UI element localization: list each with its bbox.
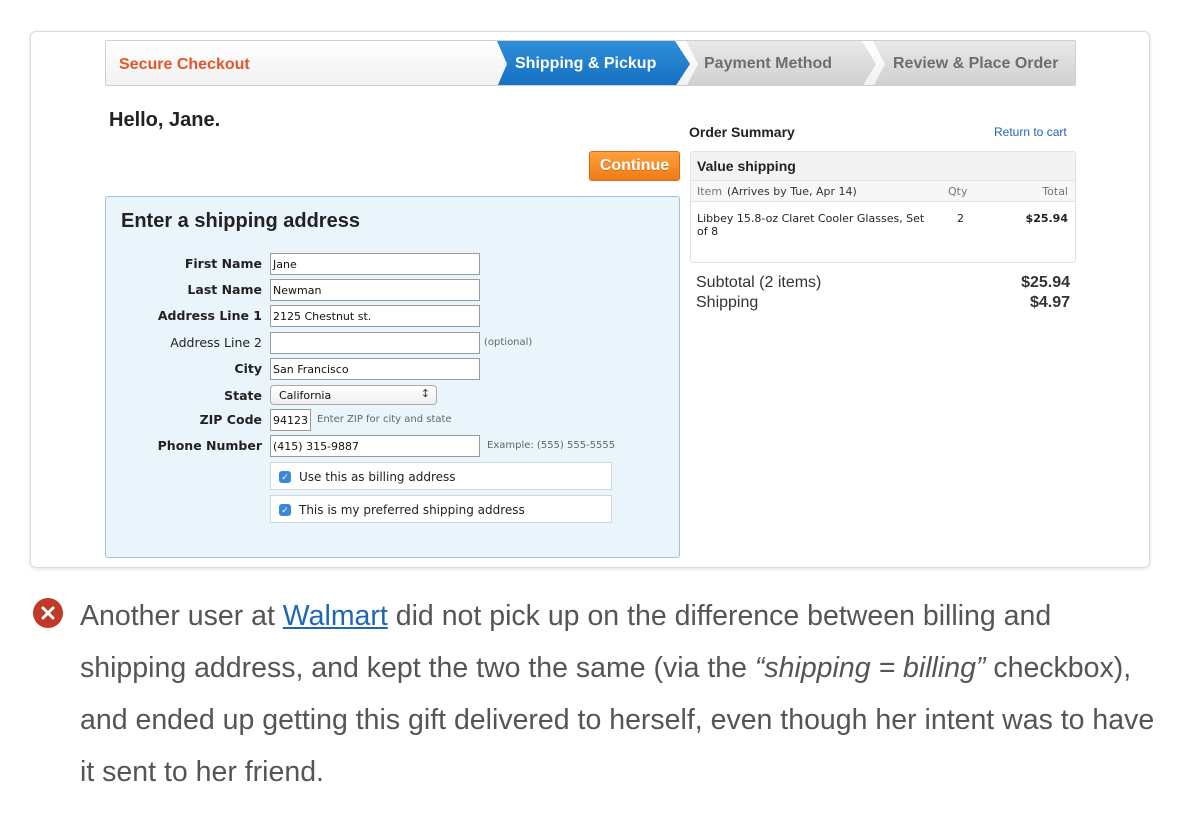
address-line-2-input[interactable]	[270, 332, 480, 354]
step-payment-method[interactable]: Payment Method	[686, 41, 876, 85]
phone-hint: Example: (555) 555-5555	[487, 440, 616, 451]
first-name-label: First Name	[184, 256, 262, 271]
address-line-1-label: Address Line 1	[157, 308, 262, 323]
phone-label: Phone Number	[157, 438, 262, 453]
subtotal-label: Subtotal (2 items)	[696, 274, 822, 291]
step-shipping-pickup[interactable]: Shipping & Pickup	[497, 41, 690, 85]
walmart-link[interactable]: Walmart	[283, 600, 388, 632]
optional-hint: (optional)	[484, 337, 533, 348]
first-name-row: First Name Jane	[106, 253, 681, 275]
last-name-label: Last Name	[187, 282, 262, 297]
checkbox-checked-icon[interactable]: ✓	[279, 504, 291, 516]
city-label: City	[234, 361, 262, 376]
error-x-icon	[33, 598, 63, 628]
state-row: State California ↕	[106, 385, 681, 407]
secure-checkout-label: Secure Checkout	[119, 56, 250, 73]
preferred-address-option[interactable]: ✓ This is my preferred shipping address	[270, 495, 612, 523]
billing-checkbox-label: Use this as billing address	[299, 470, 456, 484]
preferred-checkbox-label: This is my preferred shipping address	[299, 503, 525, 517]
zip-row: ZIP Code 94123 Enter ZIP for city and st…	[106, 409, 681, 431]
greeting: Hello, Jane.	[109, 109, 221, 131]
summary-column-headers: Item (Arrives by Tue, Apr 14) Qty Total	[691, 181, 1075, 202]
step-label: Review & Place Order	[893, 55, 1059, 72]
address-line-2-label: Address Line 2	[170, 335, 262, 350]
caption-part-1: Another user at	[80, 600, 283, 632]
order-summary-title: Order Summary	[689, 124, 795, 140]
checkout-screenshot: Secure Checkout Shipping & Pickup Paymen…	[30, 31, 1150, 568]
checkbox-checked-icon[interactable]: ✓	[279, 471, 291, 483]
shipping-label: Shipping	[696, 294, 759, 311]
item-name[interactable]: Libbey 15.8-oz Claret Cooler Glasses, Se…	[697, 212, 937, 238]
col-item: Item	[697, 185, 723, 198]
subtotal-line: Subtotal (2 items) $25.94	[696, 274, 1070, 294]
zip-input[interactable]: 94123	[270, 409, 311, 431]
zip-label: ZIP Code	[199, 412, 262, 427]
step-label: Shipping & Pickup	[515, 55, 657, 72]
first-name-input[interactable]: Jane	[270, 253, 480, 275]
phone-row: Phone Number (415) 315-9887 Example: (55…	[106, 435, 681, 457]
select-arrows-icon: ↕	[420, 387, 430, 400]
city-row: City San Francisco	[106, 358, 681, 380]
address-line-1-input[interactable]: 2125 Chestnut st.	[270, 305, 480, 327]
last-name-input[interactable]: Newman	[270, 279, 480, 301]
address-line-2-row: Address Line 2 (optional)	[106, 332, 681, 354]
zip-hint: Enter ZIP for city and state	[317, 414, 452, 425]
item-total: $25.94	[1025, 212, 1068, 225]
step-label: Payment Method	[704, 55, 833, 72]
state-select[interactable]: California ↕	[270, 385, 437, 405]
shipping-type: Value shipping	[697, 158, 796, 174]
col-total: Total	[1042, 185, 1068, 198]
step-review-place-order[interactable]: Review & Place Order	[873, 41, 1075, 85]
form-title: Enter a shipping address	[121, 210, 360, 232]
shipping-line: Shipping $4.97	[696, 294, 1070, 314]
billing-address-option[interactable]: ✓ Use this as billing address	[270, 462, 612, 490]
shipping-type-header: Value shipping	[691, 152, 1075, 181]
last-name-row: Last Name Newman	[106, 279, 681, 301]
subtotal-value: $25.94	[1021, 274, 1070, 291]
col-qty: Qty	[948, 185, 968, 198]
col-arrives: (Arrives by Tue, Apr 14)	[727, 185, 857, 198]
checkout-progress-bar: Secure Checkout Shipping & Pickup Paymen…	[105, 40, 1076, 86]
phone-input[interactable]: (415) 315-9887	[270, 435, 480, 457]
caption-emphasis: “shipping = billing”	[754, 652, 986, 684]
continue-button[interactable]: Continue	[589, 151, 680, 181]
city-input[interactable]: San Francisco	[270, 358, 480, 380]
shipping-value: $4.97	[1029, 294, 1070, 311]
state-label: State	[224, 388, 262, 403]
return-to-cart-link[interactable]: Return to cart	[994, 125, 1067, 139]
order-summary-box: Value shipping Item (Arrives by Tue, Apr…	[690, 151, 1076, 263]
caption-text: Another user at Walmart did not pick up …	[80, 590, 1160, 798]
shipping-address-form: Enter a shipping address First Name Jane…	[105, 196, 680, 558]
item-qty: 2	[957, 212, 964, 225]
address-line-1-row: Address Line 1 2125 Chestnut st.	[106, 305, 681, 327]
state-selected-value: California	[279, 389, 332, 402]
